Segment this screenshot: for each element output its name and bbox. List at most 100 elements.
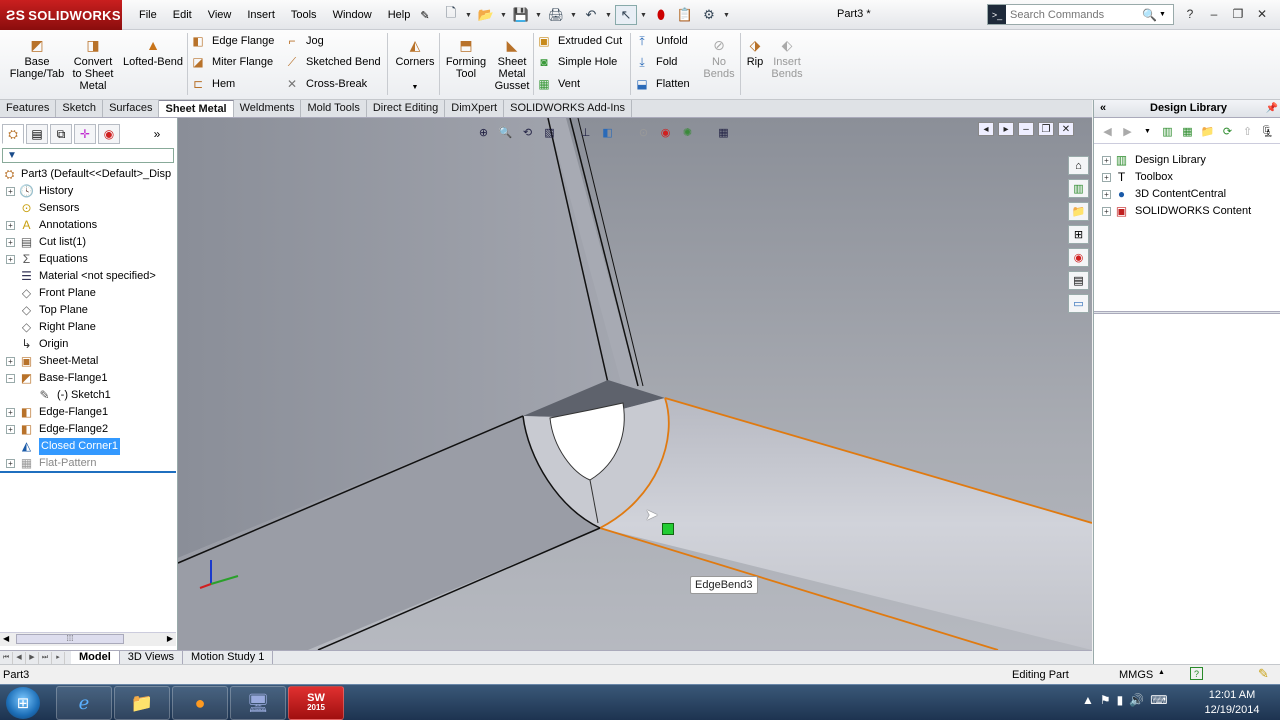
rip-button[interactable]: ⬗ Rip (742, 36, 768, 68)
open-dropdown-icon[interactable]: ▼ (499, 12, 508, 19)
notification-icon[interactable]: ✎ (1258, 666, 1269, 682)
corners-dropdown-icon[interactable]: ▼ (393, 82, 437, 94)
print-icon[interactable]: 🖨 (545, 5, 567, 25)
tab-direct-editing[interactable]: Direct Editing (367, 100, 446, 117)
viewport-minimize-icon[interactable]: – (1018, 122, 1034, 136)
library-item-design-library[interactable]: + ▥ Design Library (1094, 152, 1280, 169)
internet-explorer-icon[interactable]: ℯ (56, 686, 112, 720)
cross-break-button[interactable]: ✕ Cross-Break (284, 75, 367, 93)
design-library-icon[interactable]: ▥ (1068, 179, 1089, 198)
viewport-prev-icon[interactable]: ◂ (978, 122, 994, 136)
insert-bends-button[interactable]: ⬖ Insert Bends (768, 36, 806, 80)
print-dropdown-icon[interactable]: ▼ (569, 12, 578, 19)
menu-view[interactable]: View (200, 9, 240, 21)
expand-icon[interactable]: + (1102, 173, 1111, 182)
forming-tool-button[interactable]: ⬒ Forming Tool (442, 36, 490, 80)
toolbox-icon[interactable]: 🗜 (1259, 123, 1276, 140)
new-dropdown-icon[interactable]: ▼ (464, 12, 473, 19)
volume-icon[interactable]: 🔊 (1129, 693, 1144, 707)
tab-solidworks-add-ins[interactable]: SOLIDWORKS Add-Ins (504, 100, 633, 117)
action-center-flag-icon[interactable]: ⚑ (1100, 693, 1111, 707)
custom-properties-icon[interactable]: ▤ (1068, 271, 1089, 290)
display-style-icon[interactable]: ◧ (598, 124, 617, 140)
expand-icon[interactable]: + (6, 221, 15, 230)
search-icon[interactable]: 🔍 (1142, 8, 1157, 22)
model-view[interactable] (178, 118, 1092, 650)
view-palette-icon[interactable]: ⊞ (1068, 225, 1089, 244)
create-new-folder-icon[interactable]: 📁 (1199, 123, 1216, 140)
remote-desktop-icon[interactable]: 🖥 (230, 686, 286, 720)
file-explorer-icon[interactable]: 📁 (1068, 202, 1089, 221)
simple-hole-button[interactable]: ◙ Simple Hole (536, 53, 617, 71)
expand-icon[interactable]: + (1102, 207, 1111, 216)
minimize-icon[interactable]: – (1204, 5, 1224, 23)
fold-button[interactable]: ⤓ Fold (634, 53, 677, 71)
tree-item-base-flange1[interactable]: − ◩ Base-Flange1 (0, 370, 176, 387)
jog-button[interactable]: ⌐ Jog (284, 32, 323, 50)
tree-item-sketch1[interactable]: ✎ (-) Sketch1 (0, 387, 176, 404)
start-button[interactable]: ⊞ (6, 687, 40, 719)
scroll-right-icon[interactable]: ▶ (167, 634, 173, 643)
first-tab-icon[interactable]: ⏮ (0, 651, 13, 664)
options-dropdown-icon[interactable]: ▼ (722, 12, 731, 19)
restore-icon[interactable]: ❐ (1228, 5, 1248, 23)
file-properties-icon[interactable]: 📋 (674, 5, 696, 25)
menu-file[interactable]: File (131, 9, 165, 21)
no-bends-button[interactable]: ⊘ No Bends (700, 36, 738, 80)
extruded-cut-button[interactable]: ▣ Extruded Cut (536, 32, 622, 50)
save-dropdown-icon[interactable]: ▼ (534, 12, 543, 19)
file-explorer-icon[interactable]: 📁 (114, 686, 170, 720)
tab-sheet-metal[interactable]: Sheet Metal (159, 100, 234, 117)
tree-filter-input[interactable]: ▼ (2, 148, 174, 163)
next-tab-icon[interactable]: ▶ (26, 651, 39, 664)
new-document-icon[interactable]: 🗋 (440, 5, 462, 25)
solidworks-forum-icon[interactable]: ▭ (1068, 294, 1089, 313)
select-arrow-icon[interactable]: ↖ (615, 5, 637, 25)
close-icon[interactable]: ✕ (1252, 5, 1272, 23)
view-orientation-icon[interactable]: ⊥ (576, 124, 595, 140)
viewport-restore-icon[interactable]: ❐ (1038, 122, 1054, 136)
solidworks-logo[interactable]: ƧS SOLIDWORKS (0, 0, 122, 30)
view-settings-icon[interactable]: ▦ (714, 124, 733, 140)
library-item-3d-contentcentral[interactable]: + ● 3D ContentCentral (1094, 186, 1280, 203)
edge-flange-button[interactable]: ◧ Edge Flange (190, 32, 274, 50)
back-icon[interactable]: ◀ (1099, 123, 1116, 140)
edge-selection-point[interactable] (662, 523, 674, 535)
configuration-manager-icon[interactable]: ⧉ (50, 124, 72, 144)
history-dropdown-icon[interactable]: ▼ (1139, 123, 1156, 140)
search-dropdown-icon[interactable]: ▼ (1159, 11, 1166, 18)
pin-icon[interactable]: ✎ (418, 9, 431, 22)
tree-item-closed-corner1[interactable]: ◭ Closed Corner1 (0, 438, 176, 455)
base-flange-button[interactable]: ◩ Base Flange/Tab (8, 36, 66, 80)
edit-appearance-icon[interactable]: ◉ (656, 124, 675, 140)
tab-mold-tools[interactable]: Mold Tools (301, 100, 367, 117)
menu-help[interactable]: Help (380, 9, 419, 21)
expand-icon[interactable]: + (6, 425, 15, 434)
menu-insert[interactable]: Insert (239, 9, 283, 21)
tree-item-flat-pattern[interactable]: + ▦ Flat-Pattern (0, 455, 176, 472)
menu-tools[interactable]: Tools (283, 9, 325, 21)
zoom-to-area-icon[interactable]: 🔍 (496, 124, 515, 140)
sheet-metal-gusset-button[interactable]: ◣ Sheet Metal Gusset (492, 36, 532, 92)
tree-item-front-plane[interactable]: ◇ Front Plane (0, 285, 176, 302)
tab-dimxpert[interactable]: DimXpert (445, 100, 505, 117)
expand-icon[interactable]: + (6, 255, 15, 264)
network-icon[interactable]: ▮ (1117, 693, 1124, 707)
scrollbar-thumb[interactable]: ⁞⁞⁞ (16, 634, 124, 644)
expand-icon[interactable]: + (1102, 190, 1111, 199)
language-icon[interactable]: ⌨ (1150, 693, 1167, 707)
search-box[interactable]: >_ 🔍 ▼ (987, 4, 1174, 25)
expand-icon[interactable]: + (6, 238, 15, 247)
status-units[interactable]: MMGS (1119, 669, 1153, 681)
last-tab-icon[interactable]: ⏭ (39, 651, 52, 664)
add-to-library-icon[interactable]: ▥ (1159, 123, 1176, 140)
tree-item-top-plane[interactable]: ◇ Top Plane (0, 302, 176, 319)
zoom-to-fit-icon[interactable]: ⊕ (474, 124, 493, 140)
pin-pane-icon[interactable]: 📌 (1266, 100, 1278, 117)
scroll-left-icon[interactable]: ◀ (3, 634, 9, 643)
sketched-bend-button[interactable]: ⟋ Sketched Bend (284, 53, 381, 71)
pane-splitter[interactable] (1094, 311, 1280, 314)
up-one-level-icon[interactable]: ⇧ (1239, 123, 1256, 140)
tree-item-sensors[interactable]: ⊙ Sensors (0, 200, 176, 217)
forward-icon[interactable]: ▶ (1119, 123, 1136, 140)
